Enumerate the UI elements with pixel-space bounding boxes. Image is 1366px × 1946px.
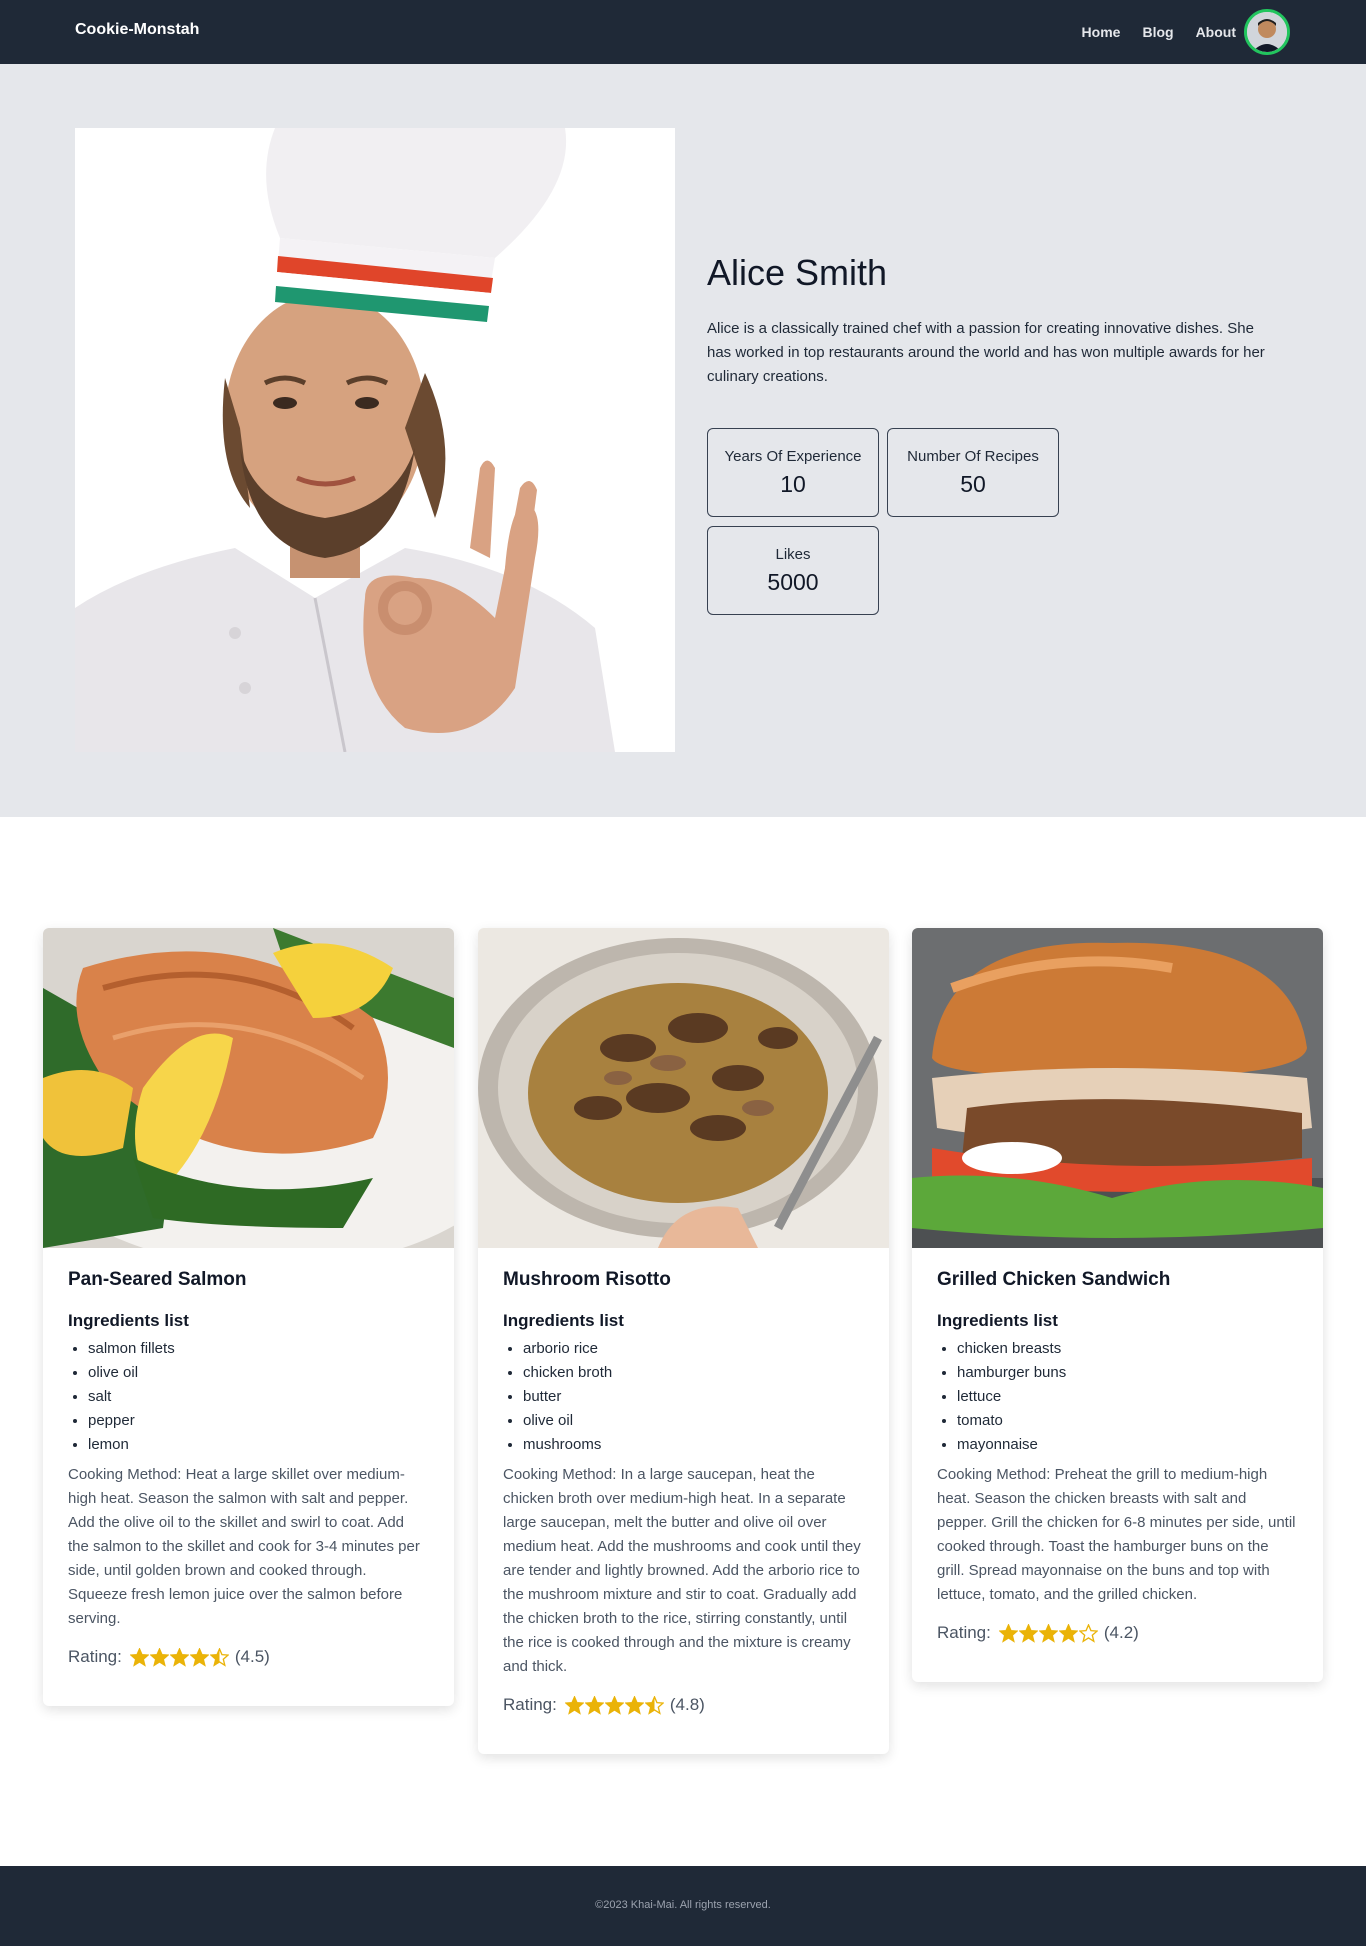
stat-label: Likes: [775, 546, 811, 563]
stat-label: Years Of Experience: [724, 448, 862, 465]
chef-photo: [75, 128, 675, 752]
chef-bio: Alice is a classically trained chef with…: [707, 320, 1265, 385]
chef-illustration: [75, 128, 675, 752]
ingredient-item: salt: [88, 1385, 429, 1409]
ingredients-heading: Ingredients list: [503, 1311, 624, 1330]
rating-value: (4.5): [234, 1647, 270, 1666]
star-icon: [149, 1647, 169, 1667]
ingredients-list: salmon fillets olive oil salt pepper lem…: [68, 1337, 429, 1457]
rating-stars: [998, 1623, 1098, 1643]
star-icon: [1058, 1623, 1078, 1643]
ingredient-item: butter: [523, 1385, 864, 1409]
navbar: Cookie-Monstah Home Blog About: [0, 0, 1366, 64]
nav-link-home[interactable]: Home: [1082, 24, 1121, 40]
star-icon: [1018, 1623, 1038, 1643]
stat-value: 50: [960, 471, 986, 497]
ingredient-item: olive oil: [88, 1361, 429, 1385]
rating-value: (4.2): [1103, 1623, 1139, 1642]
recipe-title: Grilled Chicken Sandwich: [937, 1269, 1171, 1290]
recipe-card: Pan-Seared Salmon Ingredients list salmo…: [43, 928, 454, 1706]
star-icon: [129, 1647, 149, 1667]
rating-label: Rating:: [503, 1695, 557, 1714]
ingredients-list: arborio rice chicken broth butter olive …: [503, 1337, 864, 1457]
cooking-method: Cooking Method: Preheat the grill to med…: [937, 1466, 1296, 1603]
ingredient-item: lettuce: [957, 1385, 1298, 1409]
ingredient-item: salmon fillets: [88, 1337, 429, 1361]
rating-row: Rating: (4.5): [68, 1647, 429, 1667]
cooking-method: Cooking Method: Heat a large skillet ove…: [68, 1466, 420, 1627]
stat-value: 10: [780, 471, 806, 497]
empty-star-icon: [1078, 1623, 1098, 1643]
ingredient-item: chicken broth: [523, 1361, 864, 1385]
rating-stars: [564, 1695, 664, 1715]
star-icon: [564, 1695, 584, 1715]
rating-label: Rating:: [68, 1647, 122, 1666]
recipe-image: [912, 928, 1323, 1248]
ingredient-item: pepper: [88, 1409, 429, 1433]
stat-label: Number Of Recipes: [907, 448, 1039, 465]
star-icon: [604, 1695, 624, 1715]
rating-label: Rating:: [937, 1623, 991, 1642]
rating-value: (4.8): [669, 1695, 705, 1714]
ingredient-item: chicken breasts: [957, 1337, 1298, 1361]
recipe-image: [478, 928, 889, 1248]
stat-value: 5000: [767, 569, 819, 595]
copyright-text: ©2023 Khai-Mai. All rights reserved.: [595, 1899, 771, 1911]
half-star-icon: [644, 1695, 664, 1715]
ingredient-item: olive oil: [523, 1409, 864, 1433]
nav-links: Home Blog About: [1082, 24, 1236, 40]
recipe-image: [43, 928, 454, 1248]
star-icon: [189, 1647, 209, 1667]
recipe-card: Mushroom Risotto Ingredients list arbori…: [478, 928, 889, 1754]
ingredient-item: mayonnaise: [957, 1433, 1298, 1457]
chef-name: Alice Smith: [707, 252, 888, 293]
star-icon: [1038, 1623, 1058, 1643]
ingredient-item: hamburger buns: [957, 1361, 1298, 1385]
ingredient-item: tomato: [957, 1409, 1298, 1433]
nav-link-about[interactable]: About: [1196, 24, 1236, 40]
rating-stars: [129, 1647, 229, 1667]
ingredient-item: lemon: [88, 1433, 429, 1457]
ingredients-heading: Ingredients list: [68, 1311, 189, 1330]
recipe-title: Mushroom Risotto: [503, 1269, 671, 1290]
rating-row: Rating: (4.8): [503, 1695, 864, 1715]
salmon-photo: [43, 928, 454, 1248]
stat-years-experience: Years Of Experience 10: [707, 428, 879, 517]
star-icon: [998, 1623, 1018, 1643]
star-icon: [169, 1647, 189, 1667]
recipe-title: Pan-Seared Salmon: [68, 1269, 247, 1290]
ingredients-heading: Ingredients list: [937, 1311, 1058, 1330]
chef-profile-section: Alice Smith Alice is a classically train…: [0, 64, 1366, 817]
ingredient-item: mushrooms: [523, 1433, 864, 1457]
risotto-photo: [478, 928, 889, 1248]
star-icon: [584, 1695, 604, 1715]
cooking-method: Cooking Method: In a large saucepan, hea…: [503, 1466, 861, 1675]
rating-row: Rating: (4.2): [937, 1623, 1298, 1643]
stat-likes: Likes 5000: [707, 526, 879, 615]
avatar-portrait: [1247, 12, 1287, 52]
half-star-icon: [209, 1647, 229, 1667]
star-icon: [624, 1695, 644, 1715]
ingredient-item: arborio rice: [523, 1337, 864, 1361]
recipe-card: Grilled Chicken Sandwich Ingredients lis…: [912, 928, 1323, 1682]
brand-logo[interactable]: Cookie-Monstah: [75, 21, 199, 39]
stat-number-of-recipes: Number Of Recipes 50: [887, 428, 1059, 517]
footer: ©2023 Khai-Mai. All rights reserved.: [0, 1866, 1366, 1946]
ingredients-list: chicken breasts hamburger buns lettuce t…: [937, 1337, 1298, 1457]
user-avatar[interactable]: [1244, 9, 1290, 55]
sandwich-photo: [912, 928, 1323, 1248]
nav-link-blog[interactable]: Blog: [1142, 24, 1173, 40]
